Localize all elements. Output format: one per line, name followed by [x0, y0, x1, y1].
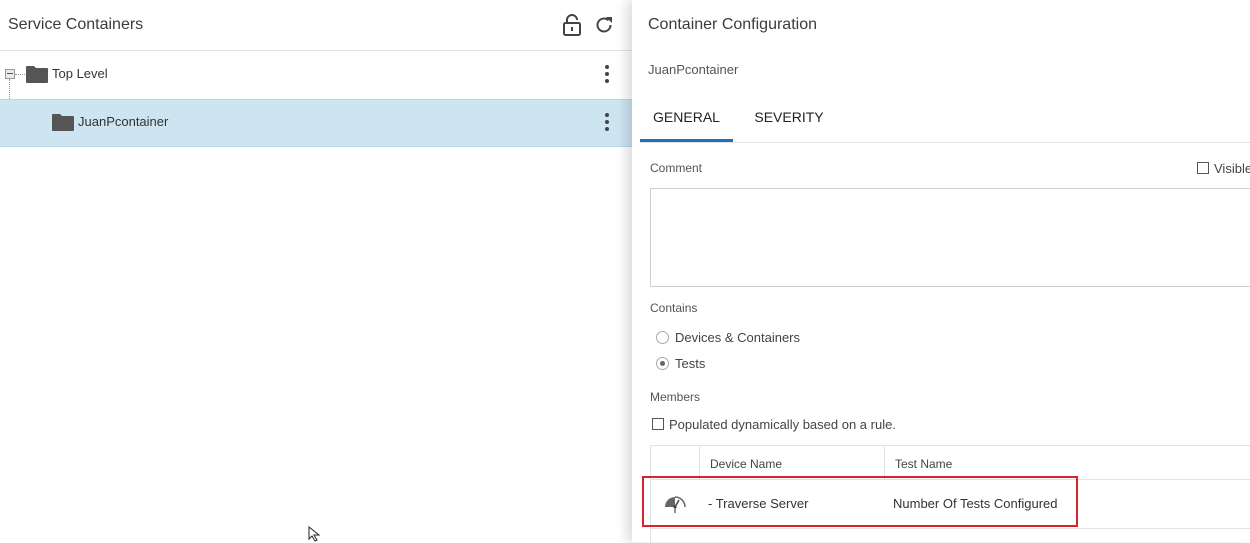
comment-textarea[interactable]: [650, 188, 1250, 287]
radio-label: Tests: [675, 356, 706, 371]
service-containers-panel: Service Containers Top Level JuanPcontai…: [0, 0, 632, 542]
unlock-icon[interactable]: [561, 14, 583, 36]
dynamic-population-label: Populated dynamically based on a rule.: [669, 417, 896, 432]
tree-connector: [15, 74, 25, 75]
mouse-cursor-icon: [308, 526, 321, 542]
container-configuration-panel: Container Configuration JuanPcontainer G…: [632, 0, 1250, 543]
tab-general[interactable]: GENERAL: [640, 96, 733, 142]
tree-node-juanpcontainer[interactable]: JuanPcontainer: [0, 99, 632, 147]
column-separator: [699, 446, 700, 479]
more-options-icon[interactable]: [602, 113, 612, 133]
radio-tests[interactable]: [656, 357, 669, 370]
panel-title: Service Containers: [8, 16, 144, 33]
collapse-toggle[interactable]: [5, 69, 15, 79]
column-header-test-name[interactable]: Test Name: [895, 457, 952, 471]
tree-connector-vertical: [9, 79, 10, 99]
tree-node-label: JuanPcontainer: [78, 114, 169, 129]
highlight-box: [642, 476, 1078, 527]
more-options-icon[interactable]: [602, 65, 612, 85]
column-header-device-name[interactable]: Device Name: [710, 457, 782, 471]
comment-label: Comment: [650, 161, 703, 175]
dynamic-population-checkbox[interactable]: [652, 418, 664, 430]
folder-icon: [52, 114, 74, 131]
tab-severity[interactable]: SEVERITY: [746, 96, 832, 142]
radio-devices-containers[interactable]: [656, 331, 669, 344]
tree-node-top-level[interactable]: Top Level: [0, 51, 632, 99]
column-separator: [884, 446, 885, 479]
refresh-icon[interactable]: [593, 14, 615, 36]
visible-checkbox[interactable]: [1197, 162, 1209, 174]
grid-header: Device Name Test Name: [651, 446, 1250, 480]
radio-label: Devices & Containers: [675, 330, 800, 345]
tab-bar: GENERAL SEVERITY: [640, 96, 1250, 143]
visible-label: Visible: [1214, 161, 1250, 176]
panel-title: Container Configuration: [648, 16, 817, 33]
members-label: Members: [650, 390, 701, 404]
contains-label: Contains: [650, 301, 698, 315]
tree-node-label: Top Level: [52, 66, 108, 81]
folder-icon: [26, 66, 48, 83]
container-name: JuanPcontainer: [648, 62, 739, 77]
left-panel-header: Service Containers: [0, 0, 632, 51]
